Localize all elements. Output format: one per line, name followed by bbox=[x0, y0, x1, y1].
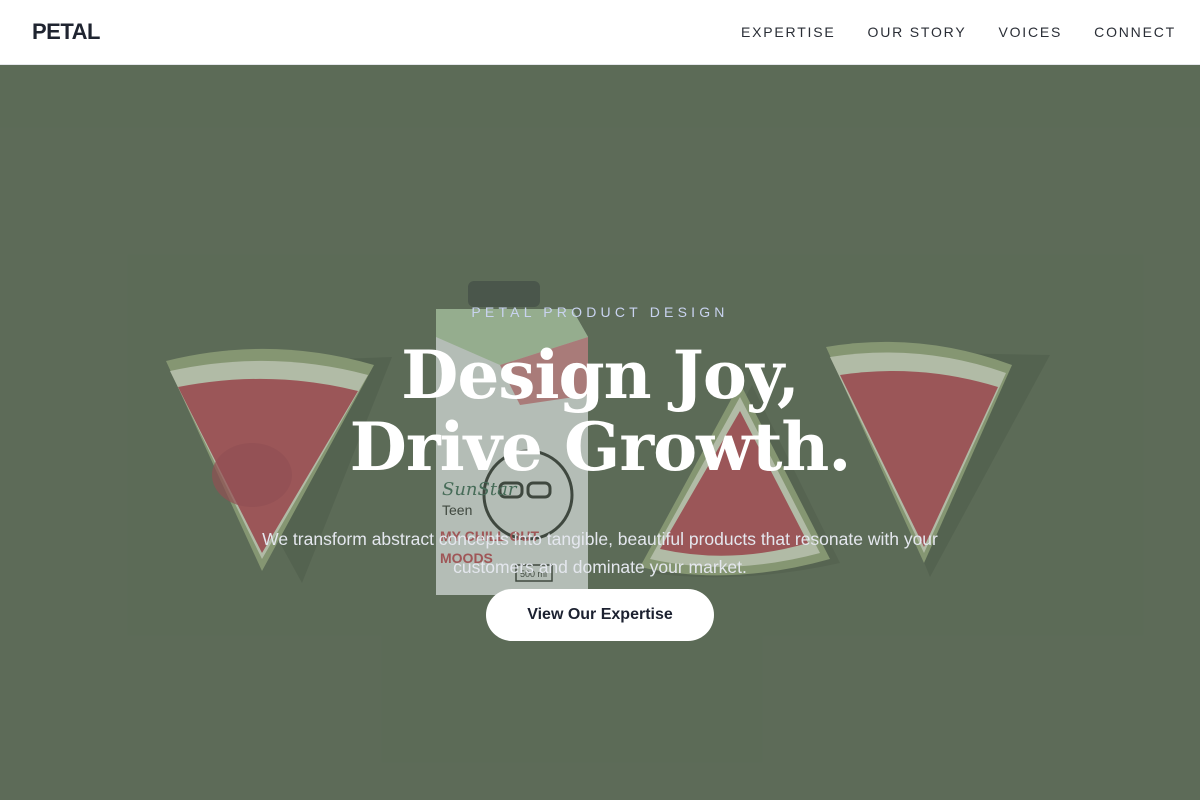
hero-section: SunStar Teen MY CHILL OUT MOODS 500 ml P… bbox=[0, 65, 1200, 800]
hero-headline-line1: Design Joy, bbox=[401, 336, 800, 414]
hero-headline: Design Joy, Drive Growth. bbox=[0, 339, 1200, 483]
nav-link-connect[interactable]: CONNECT bbox=[1094, 24, 1176, 40]
hero-headline-line2: Drive Growth. bbox=[349, 408, 852, 486]
brand-logo[interactable]: PETAL bbox=[32, 19, 100, 45]
hero-subtext: We transform abstract concepts into tang… bbox=[262, 528, 938, 577]
view-expertise-button[interactable]: View Our Expertise bbox=[486, 589, 714, 641]
main-navigation: EXPERTISE OUR STORY VOICES CONNECT bbox=[709, 0, 1176, 64]
nav-link-voices[interactable]: VOICES bbox=[998, 24, 1062, 40]
nav-link-our-story[interactable]: OUR STORY bbox=[868, 24, 967, 40]
nav-link-expertise[interactable]: EXPERTISE bbox=[741, 24, 836, 40]
top-navbar: PETAL EXPERTISE OUR STORY VOICES CONNECT bbox=[0, 0, 1200, 65]
hero-content: PETAL PRODUCT DESIGN Design Joy, Drive G… bbox=[0, 65, 1200, 800]
hero-eyebrow: PETAL PRODUCT DESIGN bbox=[471, 304, 729, 320]
